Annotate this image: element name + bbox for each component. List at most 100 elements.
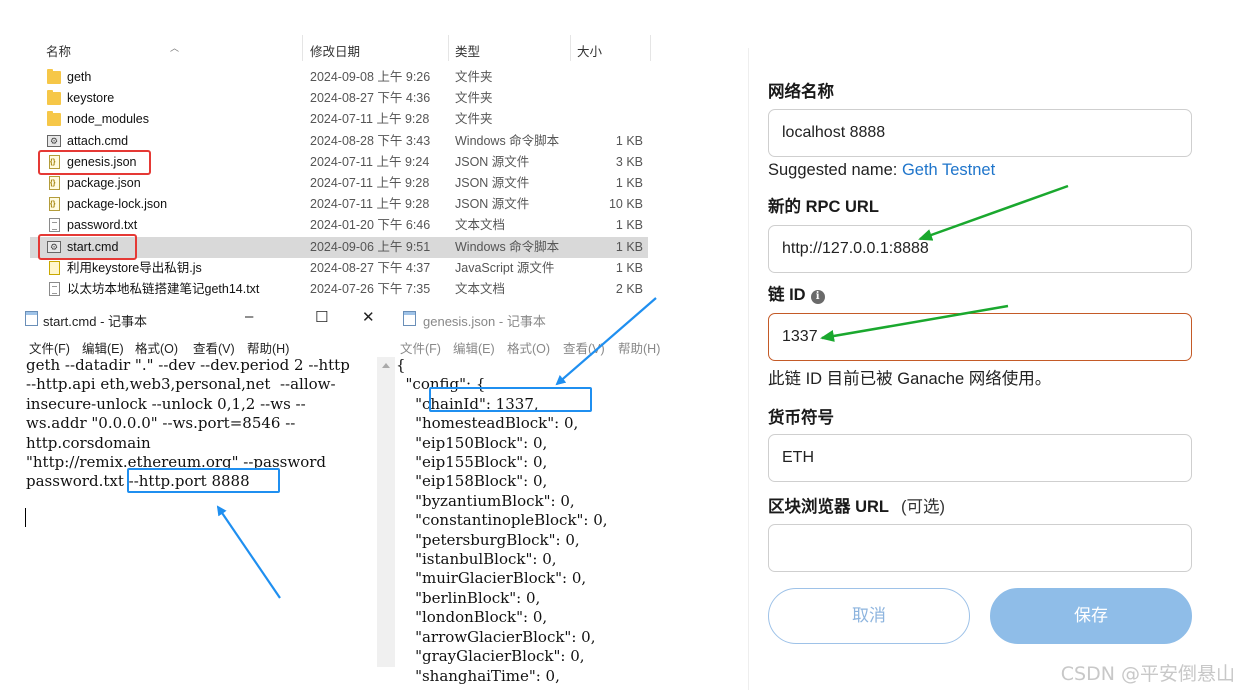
file-row[interactable]: folder-icon keystore 2024-08-27 下午 4:36 文件夹 [30, 88, 648, 109]
file-date: 2024-08-27 下午 4:37 [310, 260, 431, 275]
genesis-highlight-box [38, 150, 151, 175]
currency-symbol-input[interactable]: ETH [768, 434, 1192, 482]
column-size[interactable]: 大小 [577, 41, 602, 60]
save-button[interactable]: 保存 [990, 588, 1192, 644]
suggested-prefix: Suggested name: [768, 161, 898, 179]
text-file-icon: text-file-icon [49, 218, 60, 233]
menu-file[interactable]: 文件(F) [29, 338, 70, 357]
file-date: 2024-07-26 下午 7:35 [310, 282, 431, 296]
file-size: 3 KB [615, 154, 643, 169]
file-date: 2024-07-11 上午 9:24 [310, 154, 430, 169]
maximize-icon[interactable]: ☐ [315, 308, 328, 326]
vertical-scrollbar[interactable] [377, 357, 395, 667]
rpc-url-input[interactable]: http://127.0.0.1:8888 [768, 225, 1192, 273]
chain-id-label-row: 链 ID i [768, 281, 825, 305]
file-type: 文件夹 [455, 70, 493, 84]
column-date[interactable]: 修改日期 [310, 41, 360, 60]
cmd-file-icon: cmd-file-icon [47, 131, 61, 152]
file-row[interactable]: folder-icon geth 2024-09-08 上午 9:26 文件夹 [30, 67, 648, 88]
file-size: 1 KB [615, 176, 643, 190]
text-line: "berlinBlock": 0, [396, 588, 541, 607]
file-type: JSON 源文件 [455, 154, 530, 169]
file-row[interactable]: cmd-file-icon attach.cmd 2024-08-28 下午 3:4… [30, 131, 648, 152]
file-name: 以太坊本地私链搭建笔记geth14.txt [67, 282, 260, 296]
file-type: 文件夹 [455, 91, 493, 106]
notepad-icon [25, 311, 38, 326]
file-type: Windows 命令脚本 [455, 133, 560, 148]
close-icon[interactable]: ✕ [362, 308, 375, 326]
file-row[interactable]: folder-icon node_modules 2024-07-11 上午 9:2… [30, 109, 648, 130]
column-name[interactable]: 名称 [46, 41, 71, 60]
title-bar[interactable]: start.cmd - 记事本 – ☐ ✕ [21, 303, 395, 333]
file-row[interactable]: json-file-icon package.json 2024-07-11 上午 … [30, 173, 648, 194]
text-line: geth --datadir "." --dev --dev.period 2 … [26, 356, 350, 374]
menu-view[interactable]: 查看(V) [563, 338, 605, 357]
cancel-button[interactable]: 取消 [768, 588, 970, 644]
chain-id-label: 链 ID [768, 286, 806, 304]
file-date: 2024-07-11 上午 9:28 [310, 197, 430, 212]
network-name-input[interactable]: localhost 8888 [768, 109, 1192, 157]
block-explorer-label-row: 区块浏览器 URL (可选) [768, 493, 945, 517]
text-line: http.corsdomain [26, 433, 151, 452]
text-file-icon: text-file-icon [49, 282, 60, 296]
file-row[interactable]: text-file-icon 以太坊本地私链搭建笔记geth14.txt 2024-… [30, 279, 648, 300]
folder-icon: folder-icon [47, 111, 61, 127]
file-date: 2024-08-28 下午 3:43 [310, 133, 431, 148]
column-type[interactable]: 类型 [455, 41, 480, 60]
menu-file[interactable]: 文件(F) [400, 338, 441, 357]
text-line: "homesteadBlock": 0, [396, 414, 579, 433]
title-bar[interactable]: genesis.json - 记事本 [395, 303, 700, 333]
optional-tag: (可选) [901, 498, 945, 516]
file-size: 1 KB [615, 239, 643, 254]
network-name-label: 网络名称 [768, 83, 834, 101]
text-line: "eip158Block": 0, [396, 472, 548, 491]
text-line: "londonBlock": 0, [396, 608, 548, 627]
file-date: 2024-01-20 下午 6:46 [310, 218, 431, 233]
file-size: 2 KB [615, 282, 643, 296]
text-line: { [396, 356, 406, 374]
block-explorer-input[interactable] [768, 524, 1192, 572]
file-date: 2024-07-11 上午 9:28 [310, 176, 430, 190]
column-header-row: ︿ 名称 修改日期 类型 大小 [30, 33, 652, 61]
suggested-name-link[interactable]: Geth Testnet [902, 161, 995, 179]
window-title: genesis.json - 记事本 [423, 314, 546, 329]
file-row[interactable]: js-file-icon 利用keystore导出私钥.js 2024-08-27 … [30, 258, 648, 279]
text-line: "istanbulBlock": 0, [396, 550, 557, 569]
json-file-icon: json-file-icon [49, 194, 60, 215]
file-name: package-lock.json [67, 197, 168, 212]
menu-help[interactable]: 帮助(H) [247, 338, 289, 357]
file-name: geth [67, 70, 92, 84]
block-explorer-label: 区块浏览器 URL [768, 498, 889, 516]
file-type: JSON 源文件 [455, 197, 530, 212]
text-line: "constantinopleBlock": 0, [396, 511, 608, 530]
file-type: JSON 源文件 [455, 176, 530, 190]
suggested-name-hint: Suggested name: Geth Testnet [768, 161, 995, 180]
file-row[interactable]: json-file-icon package-lock.json 2024-07-1… [30, 194, 648, 215]
menu-edit[interactable]: 编辑(E) [453, 338, 495, 357]
window-title: start.cmd - 记事本 [43, 314, 148, 329]
menu-format[interactable]: 格式(O) [507, 338, 550, 357]
text-line: "grayGlacierBlock": 0, [396, 647, 585, 666]
notepad-icon [403, 311, 416, 326]
chain-id-input[interactable]: 1337 [768, 313, 1192, 361]
sort-caret-icon: ︿ [170, 43, 180, 53]
info-icon[interactable]: i [810, 290, 825, 304]
file-size: 1 KB [615, 218, 643, 233]
file-size: 1 KB [615, 260, 643, 275]
folder-icon: folder-icon [47, 90, 61, 106]
menu-help[interactable]: 帮助(H) [618, 338, 660, 357]
file-name: keystore [67, 91, 115, 106]
json-file-icon: json-file-icon [49, 173, 60, 194]
text-line: "shanghaiTime": 0, [396, 666, 560, 685]
file-name: attach.cmd [67, 133, 129, 148]
minimize-icon[interactable]: – [245, 308, 253, 325]
menu-edit[interactable]: 编辑(E) [82, 338, 124, 357]
file-type: JavaScript 源文件 [455, 260, 555, 275]
text-line: "eip150Block": 0, [396, 433, 548, 452]
text-line: insecure-unlock --unlock 0,1,2 --ws -- [26, 394, 306, 413]
menu-bar: 文件(F) 编辑(E) 格式(O) 查看(V) 帮助(H) [395, 334, 700, 356]
text-line: "byzantiumBlock": 0, [396, 491, 575, 510]
menu-view[interactable]: 查看(V) [193, 338, 235, 357]
file-size: 10 KB [608, 197, 643, 212]
menu-format[interactable]: 格式(O) [135, 338, 178, 357]
